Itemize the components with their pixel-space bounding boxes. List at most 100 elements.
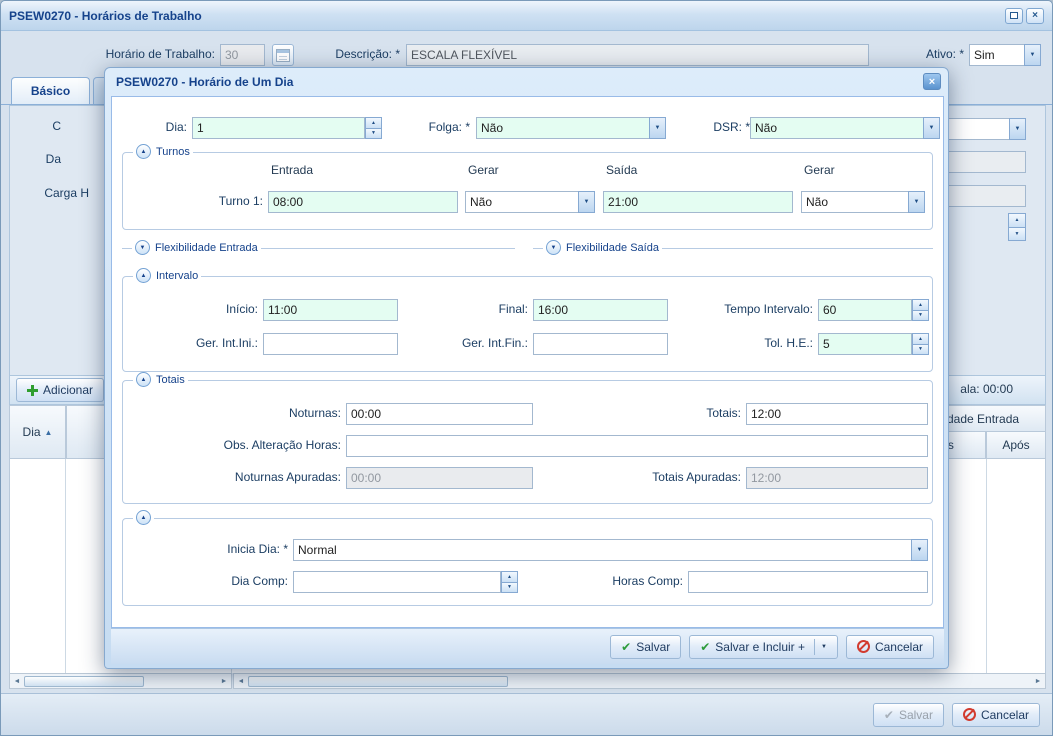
flexibilidade-saida-legend: ▼ Flexibilidade Saída [543, 240, 662, 255]
main-grid-hscrollbar[interactable]: ◄ ► [233, 673, 1046, 689]
window-close-button[interactable]: × [1026, 8, 1044, 24]
spin-down-button[interactable]: ▼ [1008, 228, 1026, 242]
turno1-gerar-saida-combo[interactable]: Não ▼ [801, 191, 925, 213]
flexibilidade-entrada-label: Flexibilidade Entrada [155, 242, 258, 254]
inicia-dia-combo[interactable]: Normal ▼ [293, 539, 928, 561]
maximize-button[interactable] [1005, 8, 1023, 24]
obs-alteracao-input[interactable] [346, 435, 928, 457]
adicionar-button[interactable]: Adicionar [16, 378, 104, 402]
collapse-toggle-button[interactable]: ▲ [136, 510, 151, 525]
grid-header-apos[interactable]: Após [986, 431, 1046, 459]
dia-comp-input[interactable] [293, 571, 501, 593]
spin-down-button[interactable]: ▼ [365, 129, 382, 140]
inicio-input[interactable] [263, 299, 398, 321]
dia-spinner[interactable]: ▲ ▼ [192, 117, 382, 139]
grid-header-dia-label: Dia [23, 425, 41, 439]
folga-combo[interactable]: Não ▼ [476, 117, 666, 139]
turno1-saida-input[interactable] [603, 191, 793, 213]
spin-up-button[interactable]: ▲ [912, 299, 929, 311]
noturnas-input[interactable] [346, 403, 533, 425]
spin-up-icon: ▲ [371, 120, 376, 126]
collapse-toggle-button[interactable]: ▲ [136, 144, 151, 159]
horas-comp-input[interactable] [688, 571, 928, 593]
noturnas-apuradas-label: Noturnas Apuradas: [191, 470, 341, 484]
chevron-down-icon[interactable]: ▼ [911, 539, 928, 561]
chevron-down-icon[interactable]: ▼ [1009, 118, 1026, 140]
obs-alteracao-label: Obs. Alteração Horas: [191, 438, 341, 452]
combo-arrow-icon: ▼ [917, 547, 923, 553]
final-input[interactable] [533, 299, 668, 321]
chevron-down-icon[interactable]: ▼ [649, 117, 666, 139]
horas-comp-label: Horas Comp: [548, 574, 683, 588]
tol-he-spinner[interactable]: ▲ ▼ [818, 333, 929, 355]
spin-up-button[interactable]: ▲ [365, 117, 382, 129]
chevron-down-icon[interactable]: ▼ [1024, 44, 1041, 66]
scroll-right-icon[interactable]: ► [217, 678, 231, 685]
spin-up-button[interactable]: ▲ [912, 333, 929, 345]
scroll-left-icon[interactable]: ◄ [10, 678, 24, 685]
spin-down-icon: ▼ [1015, 231, 1020, 237]
expand-toggle-button[interactable]: ▼ [546, 240, 561, 255]
ger-int-ini-input[interactable] [263, 333, 398, 355]
dia-input[interactable] [192, 117, 365, 139]
chevron-down-icon[interactable]: ▼ [923, 117, 940, 139]
dialog-cancelar-button[interactable]: Cancelar [846, 635, 934, 659]
totais-legend: ▲ Totais [133, 372, 188, 387]
maximize-icon [1010, 12, 1018, 19]
chevron-down-icon[interactable]: ▼ [578, 191, 595, 213]
turnos-legend-label: Turnos [156, 146, 190, 158]
turno1-entrada-input[interactable] [268, 191, 458, 213]
horario-um-dia-dialog: PSEW0270 - Horário de Um Dia × Dia: ▲ ▼ … [104, 67, 949, 669]
spin-down-icon: ▼ [918, 346, 923, 352]
flexibilidade-saida-fieldset: ▼ Flexibilidade Saída [533, 248, 933, 249]
spin-down-button[interactable]: ▼ [501, 583, 518, 594]
tempo-intervalo-spinner[interactable]: ▲ ▼ [818, 299, 929, 321]
totais-apuradas-field [746, 467, 928, 489]
app-window: PSEW0270 - Horários de Trabalho × Horári… [0, 0, 1053, 736]
locked-grid-hscrollbar[interactable]: ◄ ► [9, 673, 232, 689]
inicia-fieldset: ▲ Inicia Dia: * Normal ▼ Dia Comp: ▲ ▼ H… [122, 518, 933, 606]
sort-asc-icon: ▲ [45, 428, 53, 437]
dsr-combo-value: Não [750, 117, 923, 139]
bg-spinner[interactable]: ▲ ▼ [1008, 213, 1026, 241]
dia-comp-spinner[interactable]: ▲ ▼ [293, 571, 518, 593]
collapse-down-icon: ▼ [551, 245, 557, 251]
split-dropdown-button[interactable]: ▼ [814, 639, 827, 655]
intervalo-legend-label: Intervalo [156, 270, 198, 282]
spin-down-button[interactable]: ▼ [912, 311, 929, 322]
horario-trabalho-label: Horário de Trabalho: [19, 47, 215, 61]
window-cancelar-button[interactable]: Cancelar [952, 703, 1040, 727]
chevron-down-icon[interactable]: ▼ [908, 191, 925, 213]
scrollbar-thumb[interactable] [248, 676, 508, 687]
lookup-button[interactable] [272, 44, 294, 66]
turno1-label: Turno 1: [153, 194, 263, 208]
totais-input[interactable] [746, 403, 928, 425]
combo-arrow-icon: ▼ [1030, 52, 1036, 58]
dialog-salvar-incluir-button[interactable]: ✔ Salvar e Incluir + ▼ [689, 635, 838, 659]
noturnas-label: Noturnas: [191, 406, 341, 420]
collapse-toggle-button[interactable]: ▲ [136, 372, 151, 387]
tol-he-input[interactable] [818, 333, 912, 355]
expand-toggle-button[interactable]: ▼ [135, 240, 150, 255]
scroll-left-icon[interactable]: ◄ [234, 678, 248, 685]
dia-label: Dia: [125, 120, 187, 134]
spin-up-button[interactable]: ▲ [501, 571, 518, 583]
dsr-combo[interactable]: Não ▼ [750, 117, 940, 139]
ativo-combo[interactable]: Sim ▼ [969, 44, 1041, 66]
dialog-close-button[interactable]: × [923, 73, 941, 90]
scrollbar-thumb[interactable] [24, 676, 144, 687]
lookup-icon [276, 49, 290, 62]
tab-basico[interactable]: Básico [11, 77, 90, 104]
turno1-gerar-entrada-combo[interactable]: Não ▼ [465, 191, 595, 213]
tempo-intervalo-label: Tempo Intervalo: [678, 302, 813, 316]
tempo-intervalo-input[interactable] [818, 299, 912, 321]
spin-up-button[interactable]: ▲ [1008, 213, 1026, 228]
scroll-right-icon[interactable]: ► [1031, 678, 1045, 685]
dialog-salvar-button[interactable]: ✔ Salvar [610, 635, 681, 659]
spin-down-icon: ▼ [918, 312, 923, 318]
combo-arrow-icon: ▼ [584, 199, 590, 205]
grid-header-dia[interactable]: Dia ▲ [9, 405, 66, 459]
spin-down-button[interactable]: ▼ [912, 345, 929, 356]
collapse-toggle-button[interactable]: ▲ [136, 268, 151, 283]
ger-int-fin-input[interactable] [533, 333, 668, 355]
